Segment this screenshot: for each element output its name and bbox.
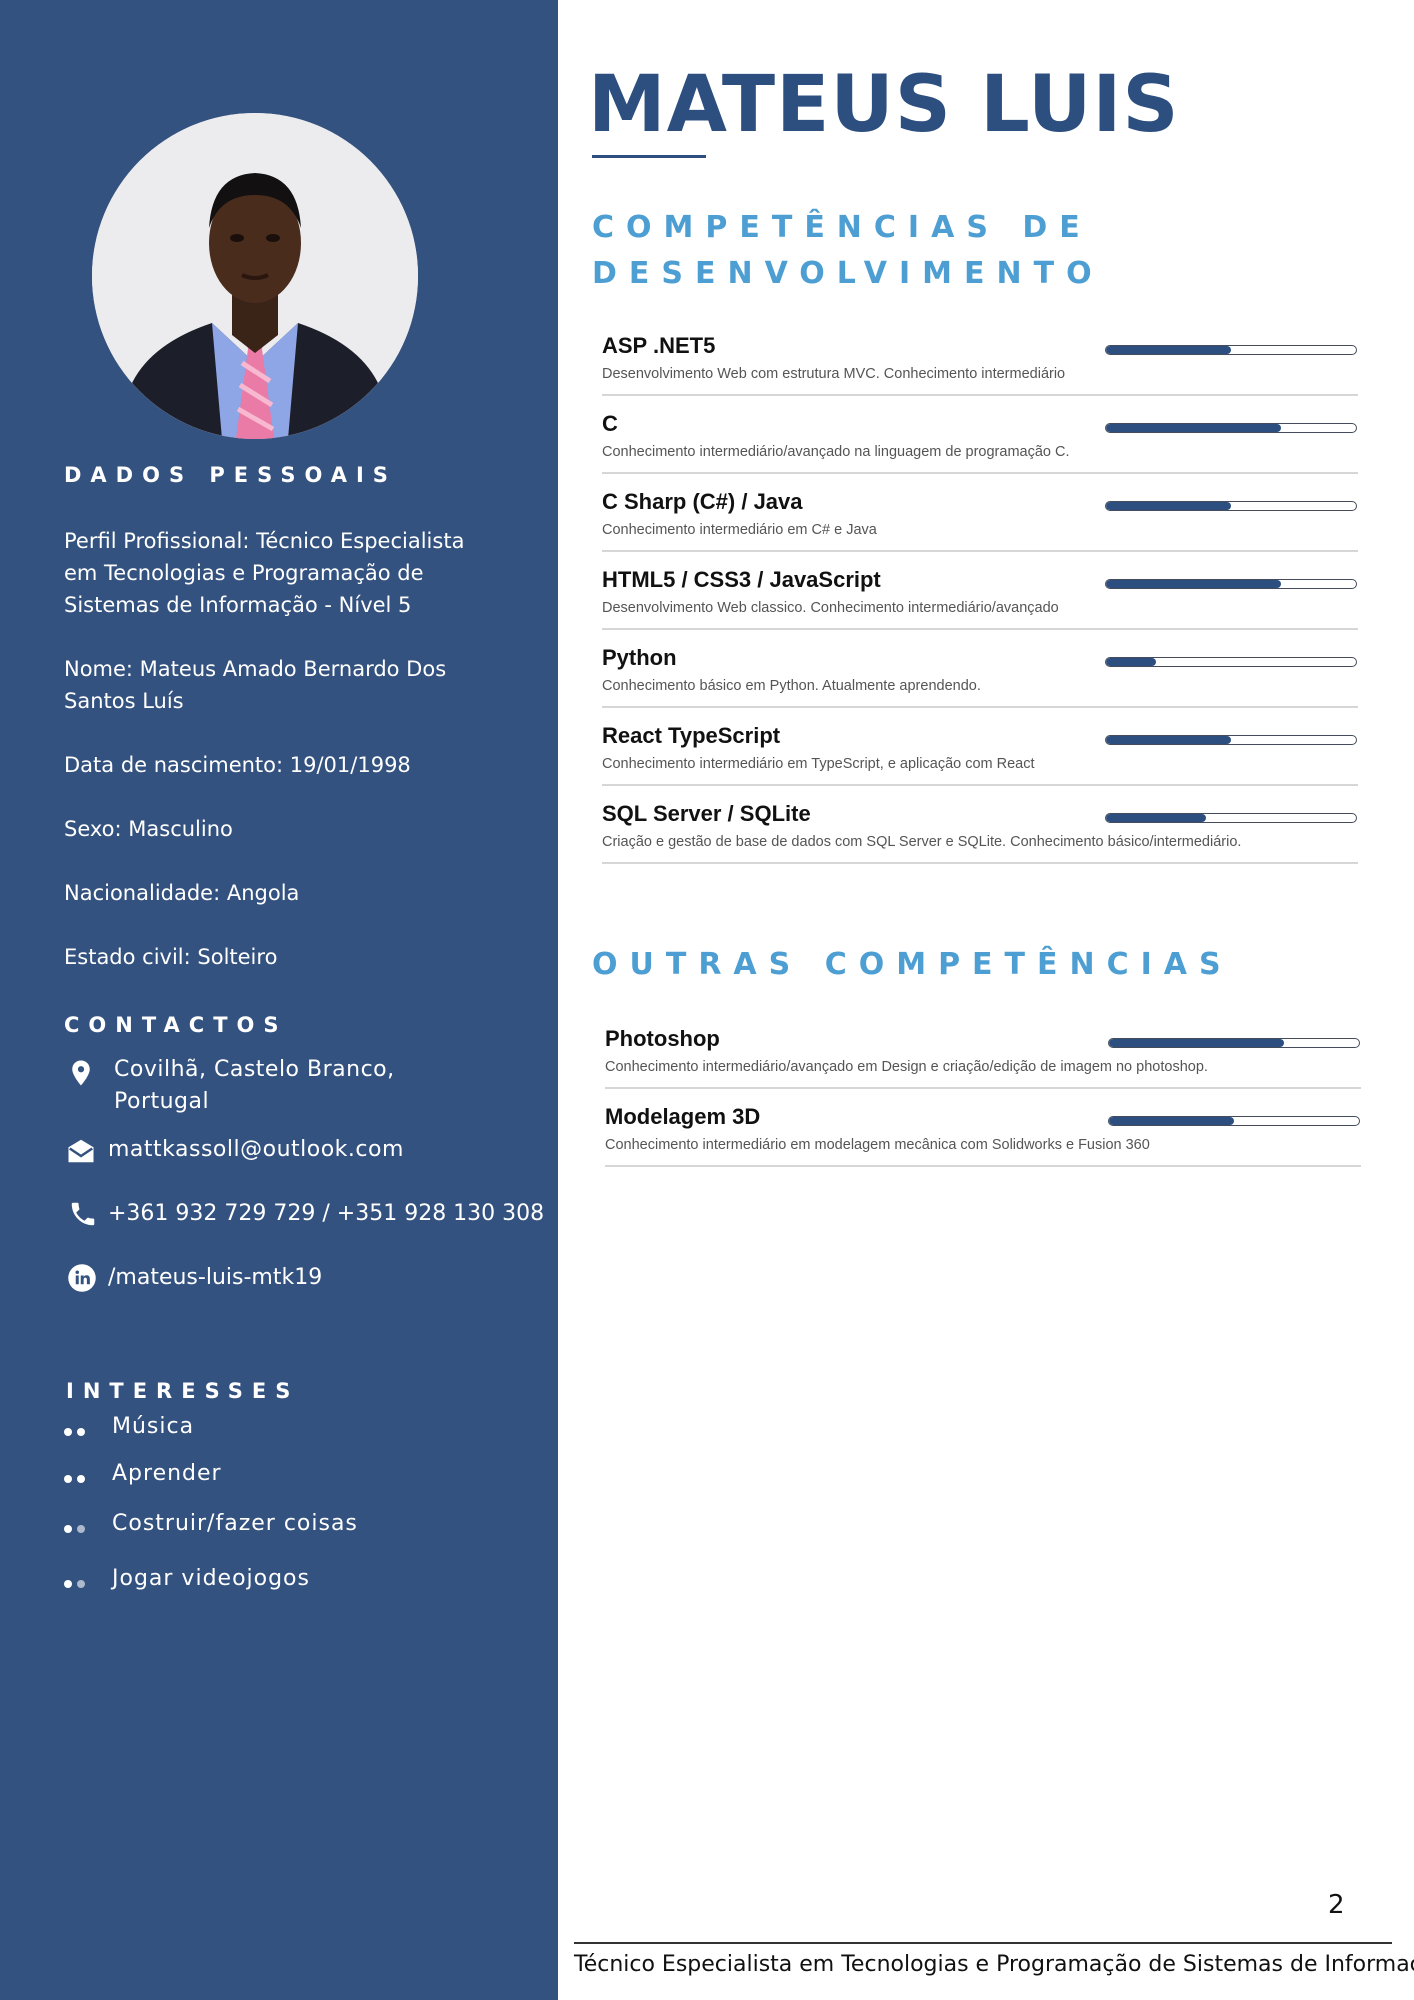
skill-level-bar bbox=[1105, 423, 1357, 433]
birth-text: Data de nascimento: 19/01/1998 bbox=[64, 753, 411, 777]
skill-level-fill bbox=[1106, 502, 1231, 510]
skill-level-fill bbox=[1106, 424, 1281, 432]
skill-row: Python Conhecimento básico em Python. Atu… bbox=[602, 645, 1362, 723]
interest-item: Costruir/fazer coisas bbox=[112, 1511, 358, 1536]
interest-item: Música bbox=[112, 1414, 195, 1439]
linkedin-link[interactable]: /mateus-luis-mtk19 bbox=[108, 1262, 322, 1294]
skill-name: React TypeScript bbox=[602, 723, 781, 748]
skill-level-fill bbox=[1109, 1039, 1284, 1047]
skill-name: ASP .NET5 bbox=[602, 333, 716, 358]
skill-level-fill bbox=[1106, 346, 1231, 354]
dev-skills-heading: COMPETÊNCIAS DE DESENVOLVIMENTO bbox=[592, 210, 1104, 291]
skill-description: Conhecimento intermediário/avançado em D… bbox=[605, 1059, 1208, 1075]
skill-description: Desenvolvimento Web com estrutura MVC. C… bbox=[602, 366, 1066, 382]
civil-status-text: Estado civil: Solteiro bbox=[64, 945, 278, 969]
skill-description: Conhecimento intermediário em modelagem … bbox=[605, 1137, 1150, 1153]
skill-row: React TypeScript Conhecimento intermediár… bbox=[602, 723, 1362, 801]
skill-row: C Sharp (C#) / Java Conhecimento intermed… bbox=[602, 489, 1362, 567]
sex-text: Sexo: Masculino bbox=[64, 817, 233, 841]
bullet-icon bbox=[64, 1520, 92, 1533]
skill-divider bbox=[605, 1165, 1361, 1167]
skill-description: Conhecimento intermediário em TypeScript… bbox=[602, 756, 1035, 772]
skill-level-fill bbox=[1106, 580, 1281, 588]
location-pin-icon bbox=[72, 1060, 90, 1086]
footer-divider bbox=[574, 1942, 1392, 1944]
skill-level-bar bbox=[1108, 1116, 1360, 1126]
skill-divider bbox=[602, 628, 1358, 630]
email-link[interactable]: mattkassoll@outlook.com bbox=[108, 1134, 404, 1166]
interest-item: Aprender bbox=[112, 1461, 222, 1486]
skill-description: Conhecimento intermediário/avançado na l… bbox=[602, 444, 1070, 460]
skill-description: Conhecimento intermediário em C# e Java bbox=[602, 522, 877, 538]
skill-name: C Sharp (C#) / Java bbox=[602, 489, 803, 514]
skill-divider bbox=[602, 472, 1358, 474]
skill-level-bar bbox=[1105, 501, 1357, 511]
skill-description: Desenvolvimento Web classico. Conhecimen… bbox=[602, 600, 1059, 616]
personal-heading: DADOS PESSOAIS bbox=[64, 463, 397, 487]
skill-divider bbox=[602, 394, 1358, 396]
skill-divider bbox=[605, 1087, 1361, 1089]
skill-divider bbox=[602, 784, 1358, 786]
phone-text: +361 932 729 729 / +351 928 130 308 bbox=[108, 1201, 545, 1226]
skill-description: Criação e gestão de base de dados com SQ… bbox=[602, 834, 1242, 850]
skill-level-bar bbox=[1105, 813, 1357, 823]
location-text: Covilhã, Castelo Branco, Portugal bbox=[114, 1057, 395, 1114]
skill-level-fill bbox=[1106, 736, 1231, 744]
skill-row: C Conhecimento intermediário/avançado na … bbox=[602, 411, 1362, 489]
skill-divider bbox=[602, 550, 1358, 552]
page-title: MATEUS LUIS bbox=[588, 60, 1180, 150]
nationality-text: Nacionalidade: Angola bbox=[64, 881, 300, 905]
linkedin-icon bbox=[68, 1264, 96, 1292]
skill-level-bar bbox=[1105, 579, 1357, 589]
contacts-heading: CONTACTOS bbox=[64, 1013, 288, 1037]
footer-text: Técnico Especialista em Tecnologias e Pr… bbox=[574, 1952, 1414, 1977]
skill-row: SQL Server / SQLite Criação e gestão de b… bbox=[602, 801, 1362, 879]
bullet-icon bbox=[64, 1470, 92, 1483]
skill-row: Modelagem 3D Conhecimento intermediário e… bbox=[605, 1104, 1365, 1182]
skill-name: C bbox=[602, 411, 618, 436]
title-underline bbox=[592, 155, 706, 158]
phone-icon bbox=[71, 1202, 95, 1226]
skill-level-bar bbox=[1105, 345, 1357, 355]
skill-row: Photoshop Conhecimento intermediário/avan… bbox=[605, 1026, 1365, 1104]
profile-photo bbox=[92, 113, 418, 439]
interests-heading: INTERESSES bbox=[66, 1379, 300, 1403]
skill-divider bbox=[602, 706, 1358, 708]
skill-description: Conhecimento básico em Python. Atualment… bbox=[602, 678, 981, 694]
full-name-text: Nome: Mateus Amado Bernardo Dos Santos L… bbox=[64, 657, 447, 713]
mail-icon bbox=[68, 1139, 94, 1163]
skill-level-bar bbox=[1105, 657, 1357, 667]
other-skills-heading: OUTRAS COMPETÊNCIAS bbox=[592, 947, 1233, 982]
portrait-image bbox=[92, 113, 418, 439]
page-number: 2 bbox=[1328, 1890, 1345, 1920]
profile-text: Perfil Profissional: Técnico Especialist… bbox=[64, 529, 465, 617]
sidebar: DADOS PESSOAIS Perfil Profissional: Técn… bbox=[0, 0, 558, 2000]
skill-divider bbox=[602, 862, 1358, 864]
skill-row: HTML5 / CSS3 / JavaScript Desenvolvimento… bbox=[602, 567, 1362, 645]
skill-level-bar bbox=[1105, 735, 1357, 745]
interest-item: Jogar videojogos bbox=[112, 1566, 310, 1591]
bullet-icon bbox=[64, 1575, 92, 1588]
skill-name: SQL Server / SQLite bbox=[602, 801, 811, 826]
skill-name: Modelagem 3D bbox=[605, 1104, 761, 1129]
skill-level-fill bbox=[1106, 658, 1156, 666]
bullet-icon bbox=[64, 1423, 92, 1436]
skill-row: ASP .NET5 Desenvolvimento Web com estrutu… bbox=[602, 333, 1362, 411]
skill-level-fill bbox=[1106, 814, 1206, 822]
skill-name: Python bbox=[602, 645, 677, 670]
skill-level-bar bbox=[1108, 1038, 1360, 1048]
skill-name: Photoshop bbox=[605, 1026, 720, 1051]
skill-level-fill bbox=[1109, 1117, 1234, 1125]
skill-name: HTML5 / CSS3 / JavaScript bbox=[602, 567, 881, 592]
